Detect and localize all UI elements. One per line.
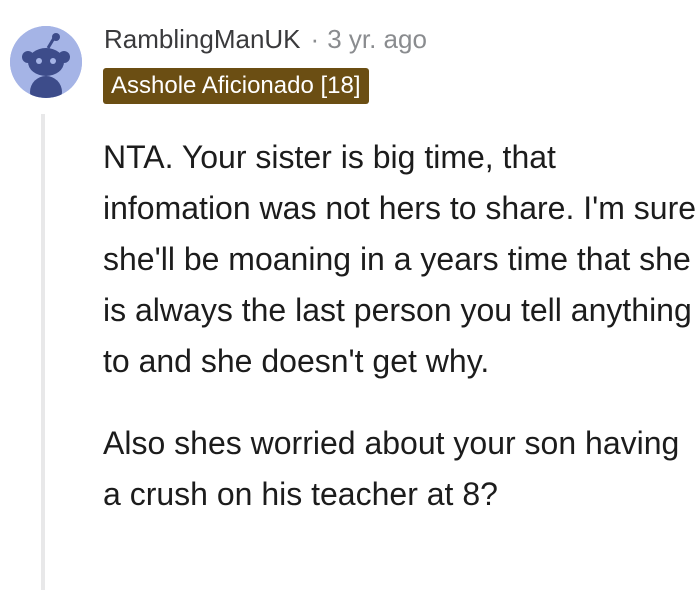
comment-header: RamblingManUK · 3 yr. ago xyxy=(104,22,427,56)
avatar[interactable] xyxy=(10,26,82,98)
comment-paragraph: NTA. Your sister is big time, that infom… xyxy=(103,139,697,379)
username-link[interactable]: RamblingManUK xyxy=(104,24,301,55)
user-flair-badge: Asshole Aficionado [18] xyxy=(103,68,369,104)
comment-paragraph: Also shes worried about your son having … xyxy=(103,425,680,512)
comment-body: NTA. Your sister is big time, that infom… xyxy=(103,132,697,520)
snoo-avatar-icon xyxy=(10,26,82,98)
thread-collapse-line[interactable] xyxy=(41,114,45,590)
timestamp[interactable]: 3 yr. ago xyxy=(327,24,427,55)
comment: RamblingManUK · 3 yr. ago Asshole Aficio… xyxy=(0,0,700,590)
separator-dot: · xyxy=(310,23,320,54)
